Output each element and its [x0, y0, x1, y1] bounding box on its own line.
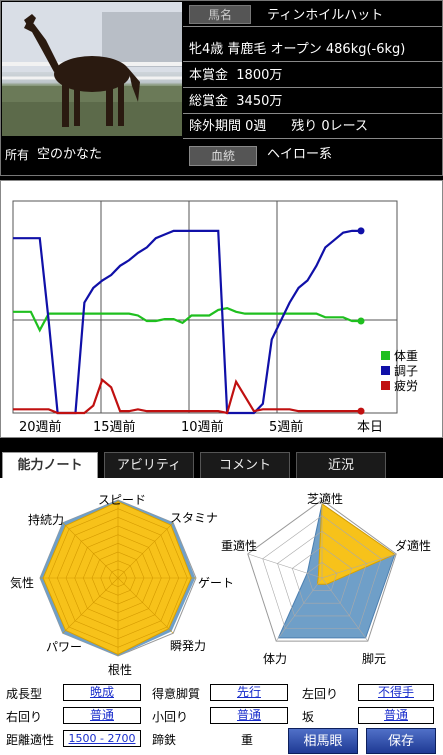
radar-label-dirt: ダ適性 — [395, 539, 432, 553]
lineage-button[interactable]: 血統 — [189, 146, 257, 166]
growth-value: 晩成 — [63, 684, 141, 701]
exclusion-label: 除外期間 — [189, 119, 242, 134]
radar-label-legs: 脚元 — [362, 652, 387, 666]
radar-label-endurance: 持続力 — [28, 513, 65, 527]
horse-name-row: 馬名 ティンホイルハット — [183, 2, 442, 27]
x-tick-label: 10週前 — [181, 419, 224, 435]
left-turn-value: 不得手 — [358, 684, 434, 701]
condition-chart-svg: 20週前 15週前 10週前 5週前 本日 体重調子疲労 — [12, 200, 418, 435]
prize-value: 1800万 — [236, 68, 283, 83]
x-tick-label: 5週前 — [269, 419, 303, 435]
exclusion-row: 除外期間 0週 残り 0レース — [183, 114, 442, 139]
radar-label-stamina-body: 体力 — [263, 652, 288, 666]
radar-label-speed: スピード — [98, 493, 147, 507]
series-end-point-2 — [357, 407, 365, 415]
radar-label-burst: 瞬発力 — [170, 639, 207, 653]
x-tick-label: 15週前 — [93, 419, 136, 435]
radar-label-turf: 芝適性 — [307, 492, 344, 506]
hoof-label: 蹄鉄 — [152, 733, 177, 747]
total-prize-value: 3450万 — [236, 94, 283, 109]
radar-label-power: パワー — [46, 640, 83, 654]
slope-value: 普通 — [358, 707, 434, 724]
series-end-point-0 — [357, 317, 365, 325]
legend-swatch — [381, 351, 390, 360]
horse-header: 馬名 ティンホイルハット 牝4歳 青鹿毛 オープン 486kg(-6kg) 本賞金… — [0, 0, 443, 176]
tactic-label: 得意脚質 — [152, 687, 201, 701]
owner-name: 空のかなた — [37, 147, 103, 162]
distance-value: 1500 - 2700 — [63, 730, 141, 747]
tactic-value: 先行 — [210, 684, 288, 701]
save-button[interactable]: 保存 — [366, 728, 436, 754]
legend-label: 疲労 — [394, 378, 418, 393]
tab-ability[interactable]: アビリティ — [104, 452, 194, 478]
sobame-button[interactable]: 相馬眼 — [288, 728, 358, 754]
tab-ability-note[interactable]: 能力ノート — [2, 452, 98, 478]
name-label: 馬名 — [189, 5, 252, 24]
ability-panel: スピード スタミナ ゲート 瞬発力 根性 パワー 気性 持続力 芝適性 ダ適性 … — [0, 478, 443, 755]
prize-row: 本賞金 1800万 — [183, 63, 442, 88]
condition-chart: 20週前 15週前 10週前 5週前 本日 体重 調子 疲労 — [0, 180, 443, 438]
slope-label: 坂 — [302, 710, 315, 724]
tab-comment[interactable]: コメント — [200, 452, 290, 478]
radar-label-heavy: 重適性 — [221, 539, 258, 553]
horse-profile: 牝4歳 青鹿毛 オープン 486kg(-6kg) — [189, 42, 406, 57]
growth-label: 成長型 — [6, 687, 43, 701]
legend-label: 体重 — [394, 349, 418, 363]
series-end-point-1 — [357, 227, 365, 235]
remaining-races: 残り 0レース — [291, 119, 368, 134]
radar-label-guts: 根性 — [108, 663, 133, 677]
hoof-value: 重 — [241, 733, 254, 747]
legend-swatch — [381, 366, 390, 375]
distance-label: 距離適性 — [6, 733, 55, 747]
horse-profile-row: 牝4歳 青鹿毛 オープン 486kg(-6kg) — [183, 37, 442, 62]
total-prize-row: 総賞金 3450万 — [183, 89, 442, 114]
small-track-label: 小回り — [152, 710, 189, 724]
horse-photo — [2, 2, 182, 136]
right-turn-label: 右回り — [6, 710, 43, 724]
lineage-value: ヘイロー系 — [267, 147, 333, 162]
total-prize-label: 総賞金 — [189, 94, 229, 109]
tab-recent[interactable]: 近況 — [296, 452, 386, 478]
horse-name: ティンホイルハット — [267, 8, 384, 23]
radar-label-gate: ゲート — [198, 576, 235, 590]
left-turn-label: 左回り — [302, 687, 339, 701]
x-tick-label: 本日 — [357, 420, 383, 435]
chart-plot-area — [12, 200, 398, 414]
small-track-value: 普通 — [210, 707, 288, 724]
x-tick-label: 20週前 — [19, 419, 62, 435]
right-turn-value: 普通 — [63, 707, 141, 724]
tab-bar: 能力ノート アビリティ コメント 近況 — [0, 450, 443, 480]
owner-row: 所有 空のかなた 血統 ヘイロー系 — [1, 141, 442, 175]
exclusion-weeks: 0週 — [245, 119, 267, 134]
radar-label-stamina: スタミナ — [170, 511, 219, 525]
owner-label: 所有 — [5, 148, 30, 162]
legend-swatch — [381, 381, 390, 390]
radar-label-temper: 気性 — [10, 576, 35, 590]
prize-label: 本賞金 — [189, 68, 229, 83]
legend-label: 調子 — [394, 364, 418, 378]
